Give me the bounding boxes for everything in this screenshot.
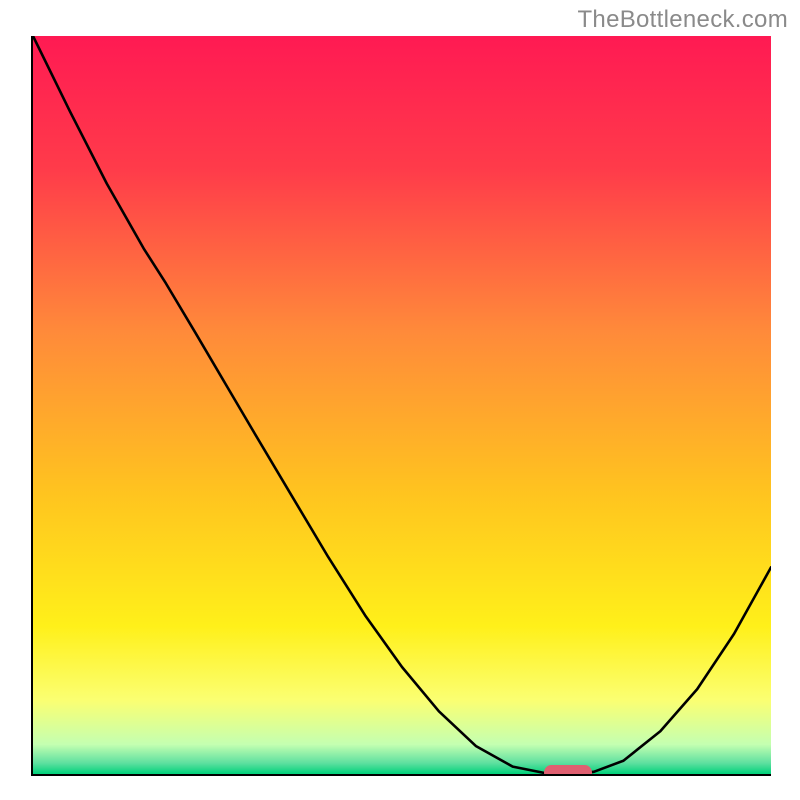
- chart-curve: [33, 36, 771, 774]
- watermark-text: TheBottleneck.com: [577, 6, 788, 34]
- chart-highlight-marker: [544, 765, 592, 776]
- chart-plot-area: [31, 36, 771, 776]
